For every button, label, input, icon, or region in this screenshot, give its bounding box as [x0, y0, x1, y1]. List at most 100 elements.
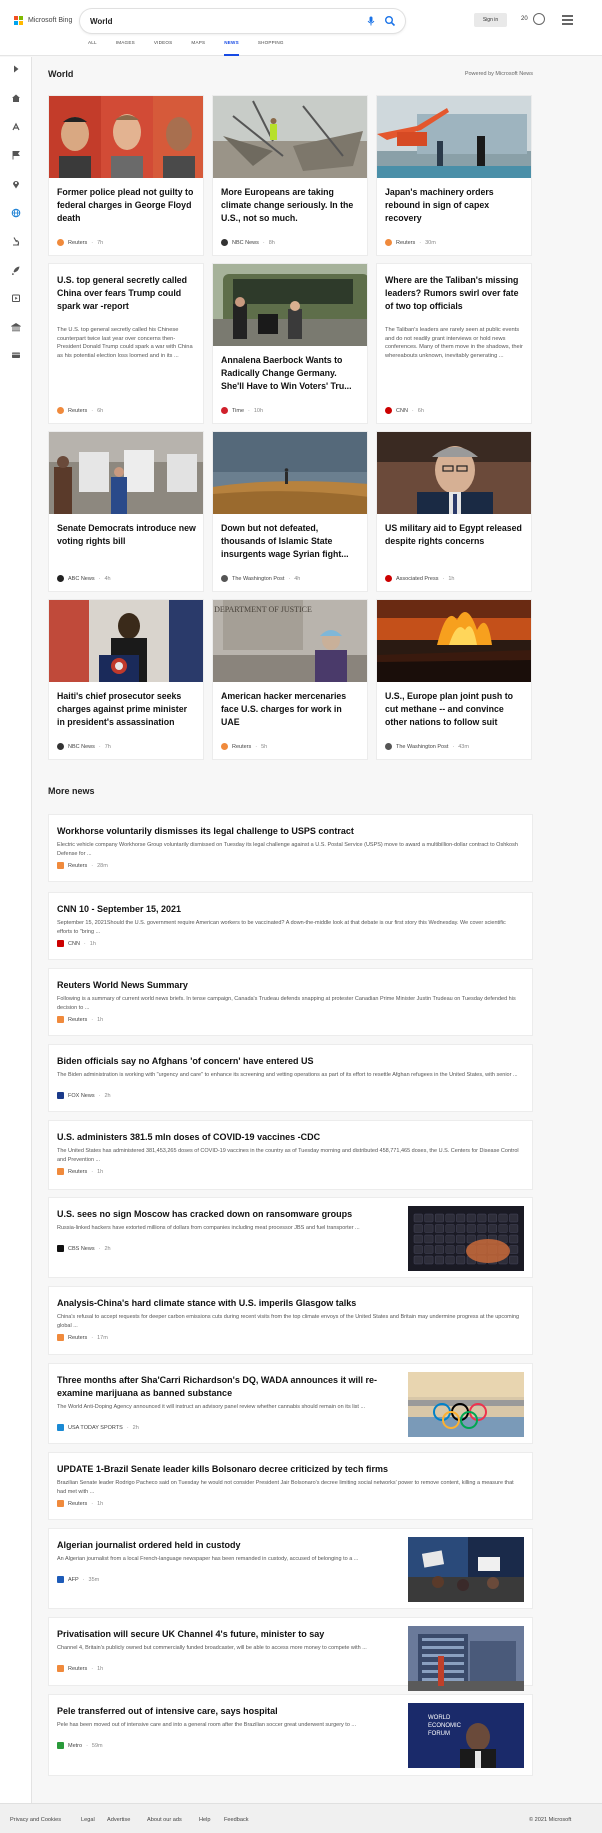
card-title[interactable]: More Europeans are taking climate change…: [221, 186, 361, 225]
card-image[interactable]: [49, 432, 203, 514]
card-title[interactable]: US military aid to Egypt released despit…: [385, 522, 525, 548]
card-image[interactable]: [377, 432, 531, 514]
bing-logo[interactable]: Microsoft Bing: [14, 16, 72, 25]
news-title[interactable]: Biden officials say no Afghans 'of conce…: [57, 1055, 522, 1068]
card-title[interactable]: U.S., Europe plan joint push to cut meth…: [385, 690, 525, 729]
news-card[interactable]: US military aid to Egypt released despit…: [376, 431, 532, 592]
news-card[interactable]: Japan's machinery orders rebound in sign…: [376, 95, 532, 256]
footer-link-help[interactable]: Help: [199, 1817, 211, 1823]
news-list-item[interactable]: Analysis-China's hard climate stance wit…: [48, 1286, 533, 1355]
news-list-item[interactable]: Pele transferred out of intensive care, …: [48, 1694, 533, 1776]
microphone-icon[interactable]: [365, 15, 377, 27]
card-image[interactable]: [49, 600, 203, 682]
news-card[interactable]: Where are the Taliban's missing leaders?…: [376, 263, 532, 424]
news-list-item[interactable]: Algerian journalist ordered held in cust…: [48, 1528, 533, 1609]
headlines-icon[interactable]: [11, 122, 21, 132]
source-logo-icon: [385, 407, 392, 414]
card-image[interactable]: DEPARTMENT OF JUSTICE: [213, 600, 367, 682]
search-input[interactable]: [90, 14, 340, 28]
collapse-arrow-icon[interactable]: [11, 64, 21, 74]
news-list-item[interactable]: U.S. sees no sign Moscow has cracked dow…: [48, 1197, 533, 1278]
source-logo-icon: [57, 407, 64, 414]
news-card[interactable]: Annalena Baerbock Wants to Radically Cha…: [212, 263, 368, 424]
news-list-item[interactable]: Privatisation will secure UK Channel 4's…: [48, 1617, 533, 1691]
card-image[interactable]: [49, 96, 203, 178]
card-title[interactable]: Senate Democrats introduce new voting ri…: [57, 522, 197, 548]
card-title[interactable]: Where are the Taliban's missing leaders?…: [385, 274, 525, 313]
search-box[interactable]: [80, 9, 405, 33]
card-image[interactable]: [213, 264, 367, 346]
footer-link-privacy-and-cookies[interactable]: Privacy and Cookies: [10, 1817, 61, 1823]
news-title[interactable]: U.S. administers 381.5 mln doses of COVI…: [57, 1131, 522, 1144]
rocket-icon[interactable]: [11, 265, 21, 275]
tab-all[interactable]: ALL: [88, 40, 97, 56]
card-title[interactable]: Japan's machinery orders rebound in sign…: [385, 186, 525, 225]
news-thumbnail[interactable]: WORLD ECONOMIC FORUM: [408, 1703, 524, 1768]
news-title[interactable]: Privatisation will secure UK Channel 4's…: [57, 1628, 397, 1641]
tab-news[interactable]: NEWS: [224, 40, 239, 56]
news-title[interactable]: U.S. sees no sign Moscow has cracked dow…: [57, 1208, 397, 1221]
news-card[interactable]: DEPARTMENT OF JUSTICE American hacker mer…: [212, 599, 368, 760]
news-list-item[interactable]: Biden officials say no Afghans 'of conce…: [48, 1044, 533, 1112]
globe-icon[interactable]: [11, 208, 21, 218]
news-title[interactable]: CNN 10 - September 15, 2021: [57, 903, 522, 916]
news-title[interactable]: UPDATE 1-Brazil Senate leader kills Bols…: [57, 1463, 522, 1476]
rewards-button[interactable]: 20: [521, 13, 545, 25]
footer-link-legal[interactable]: Legal: [81, 1817, 95, 1823]
card-image[interactable]: [213, 96, 367, 178]
sign-in-button[interactable]: Sign in: [474, 13, 507, 27]
news-card[interactable]: More Europeans are taking climate change…: [212, 95, 368, 256]
news-list-item[interactable]: UPDATE 1-Brazil Senate leader kills Bols…: [48, 1452, 533, 1520]
source-logo-icon: [57, 239, 64, 246]
news-title[interactable]: Workhorse voluntarily dismisses its lega…: [57, 825, 522, 838]
card-title[interactable]: U.S. top general secretly called China o…: [57, 274, 197, 313]
news-list-item[interactable]: CNN 10 - September 15, 2021 September 15,…: [48, 892, 533, 960]
news-thumbnail[interactable]: [408, 1626, 524, 1691]
menu-icon[interactable]: [562, 15, 573, 27]
card-title[interactable]: Haiti's chief prosecutor seeks charges a…: [57, 690, 197, 729]
news-title[interactable]: Algerian journalist ordered held in cust…: [57, 1539, 397, 1552]
news-title[interactable]: Three months after Sha'Carri Richardson'…: [57, 1374, 397, 1400]
news-card[interactable]: U.S. top general secretly called China o…: [48, 263, 204, 424]
news-thumbnail[interactable]: [408, 1372, 524, 1437]
card-image[interactable]: [213, 432, 367, 514]
news-list-item[interactable]: Three months after Sha'Carri Richardson'…: [48, 1363, 533, 1444]
tab-videos[interactable]: VIDEOS: [154, 40, 173, 56]
news-thumbnail[interactable]: [408, 1537, 524, 1602]
card-description: The Taliban's leaders are rarely seen at…: [385, 327, 523, 359]
source-name: CNN: [396, 407, 408, 414]
location-pin-icon[interactable]: [11, 179, 21, 189]
card-title[interactable]: Down but not defeated, thousands of Isla…: [221, 522, 361, 561]
card-title[interactable]: American hacker mercenaries face U.S. ch…: [221, 690, 361, 729]
tab-images[interactable]: IMAGES: [116, 40, 135, 56]
news-card[interactable]: Senate Democrats introduce new voting ri…: [48, 431, 204, 592]
news-card[interactable]: U.S., Europe plan joint push to cut meth…: [376, 599, 532, 760]
news-list-item[interactable]: U.S. administers 381.5 mln doses of COVI…: [48, 1120, 533, 1190]
news-card[interactable]: Down but not defeated, thousands of Isla…: [212, 431, 368, 592]
money-icon[interactable]: [11, 322, 21, 332]
entertainment-icon[interactable]: [11, 293, 21, 303]
search-icon[interactable]: [384, 15, 396, 27]
card-image[interactable]: [377, 96, 531, 178]
card-title[interactable]: Former police plead not guilty to federa…: [57, 186, 197, 225]
footer-link-feedback[interactable]: Feedback: [224, 1817, 249, 1823]
separator-dot: ·: [98, 1245, 101, 1252]
microscope-icon[interactable]: [11, 236, 21, 246]
news-card[interactable]: Haiti's chief prosecutor seeks charges a…: [48, 599, 204, 760]
news-title[interactable]: Reuters World News Summary: [57, 979, 522, 992]
footer-link-about-our-ads[interactable]: About our ads: [147, 1817, 182, 1823]
news-card[interactable]: Former police plead not guilty to federa…: [48, 95, 204, 256]
tab-maps[interactable]: MAPS: [191, 40, 205, 56]
news-thumbnail[interactable]: [408, 1206, 524, 1271]
news-title[interactable]: Pele transferred out of intensive care, …: [57, 1705, 397, 1718]
tab-shopping[interactable]: SHOPPING: [258, 40, 284, 56]
card-icon[interactable]: [11, 350, 21, 360]
flag-icon[interactable]: [11, 150, 21, 160]
home-icon[interactable]: [11, 93, 21, 103]
news-list-item[interactable]: Reuters World News Summary Following is a…: [48, 968, 533, 1036]
card-title[interactable]: Annalena Baerbock Wants to Radically Cha…: [221, 354, 361, 393]
news-list-item[interactable]: Workhorse voluntarily dismisses its lega…: [48, 814, 533, 882]
news-title[interactable]: Analysis-China's hard climate stance wit…: [57, 1297, 522, 1310]
footer-link-advertise[interactable]: Advertise: [107, 1817, 130, 1823]
card-image[interactable]: [377, 600, 531, 682]
